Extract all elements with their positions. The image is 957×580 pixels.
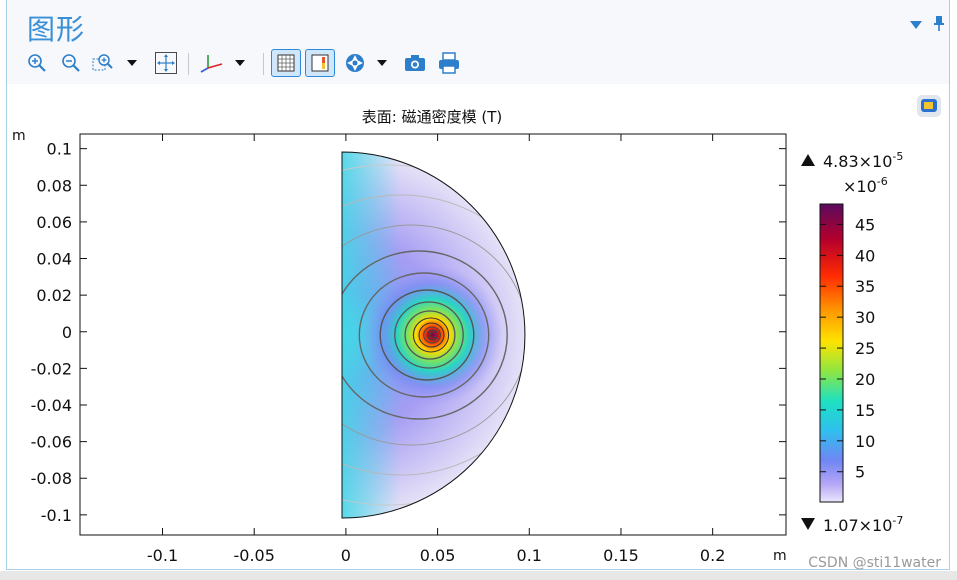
y-axis-unit: m [12,128,26,144]
x-tick-label: 0.05 [420,546,456,565]
colorbar [819,203,844,503]
triangle-up-icon [801,154,815,166]
colorbar-tick-label: 20 [855,370,875,389]
plot-canvas[interactable]: 表面: 磁通密度模 (T) m m -0.1 -0.05 0 0.05 0.1 0.15 0… [0,0,957,580]
status-strip [0,571,957,580]
plot-title: 表面: 磁通密度模 (T) [362,108,502,126]
legend-max-label: 4.83×10-5 [823,150,903,171]
x-tick-label: 0.1 [517,546,542,565]
colorbar-tick-label: 10 [855,432,875,451]
y-tick-label: 0.08 [36,176,72,195]
y-tick-label: -0.1 [41,506,72,525]
legend-scale-label: ×10-6 [843,175,888,196]
colorbar-tick-label: 45 [855,215,875,234]
x-tick-label: 0 [341,546,351,565]
legend-min-label: 1.07×10-7 [823,514,903,535]
colorbar-tick-label: 15 [855,401,875,420]
colorbar-tick-label: 40 [855,246,875,265]
x-tick-label: -0.05 [234,546,275,565]
y-tick-label: 0.04 [36,250,72,269]
view-cube-icon[interactable] [917,95,941,117]
colorbar-tick-label: 30 [855,308,875,327]
y-tick-label: 0.1 [47,140,72,159]
y-tick-label: 0 [62,323,72,342]
colorbar-tick-label: 5 [855,463,865,482]
y-tick-label: -0.06 [31,433,72,452]
y-tick-label: 0.02 [36,286,72,305]
triangle-down-icon [801,518,815,530]
y-tick-label: -0.02 [31,359,72,378]
colorbar-tick-label: 25 [855,339,875,358]
y-tick-label: -0.08 [31,469,72,488]
x-tick-label: 0.15 [603,546,639,565]
x-tick-label: 0.2 [700,546,725,565]
x-axis-unit: m [773,548,787,564]
watermark-text: CSDN @sti11water [808,555,941,571]
y-tick-label: -0.04 [31,396,72,415]
color-legend: 4.83×10-5 ×10-6 45 40 35 30 25 20 15 10 5 1.07×1… [801,150,903,535]
x-tick-label: -0.1 [147,546,178,565]
y-tick-label: 0.06 [36,213,72,232]
colorbar-tick-label: 35 [855,277,875,296]
